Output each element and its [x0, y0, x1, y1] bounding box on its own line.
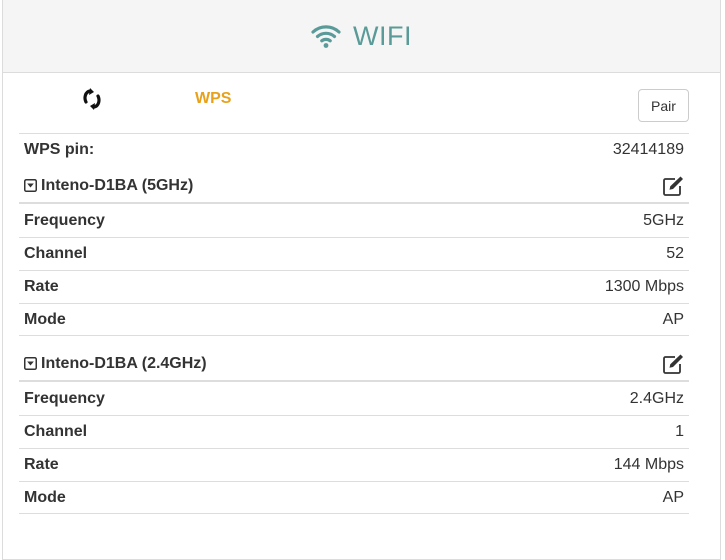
info-row: Frequency 5GHz: [19, 204, 689, 237]
wps-pin-label: WPS pin:: [24, 141, 95, 158]
row-value: AP: [662, 310, 684, 328]
row-label: Mode: [24, 488, 66, 506]
row-value: 5GHz: [643, 211, 684, 229]
pair-button[interactable]: Pair: [638, 89, 689, 122]
info-row: Rate 1300 Mbps: [19, 270, 689, 303]
edit-icon[interactable]: [662, 175, 684, 197]
wps-pin-value: 32414189: [612, 141, 684, 158]
network-section-header: Inteno-D1BA (2.4GHz): [19, 347, 689, 382]
wifi-icon: [311, 25, 341, 48]
row-label: Frequency: [24, 211, 105, 229]
info-row: Mode AP: [19, 303, 689, 336]
info-row: Rate 144 Mbps: [19, 448, 689, 481]
row-value: AP: [662, 488, 684, 506]
network-section-header: Inteno-D1BA (5GHz): [19, 169, 689, 204]
info-row: Channel 52: [19, 237, 689, 270]
row-label: Channel: [24, 245, 88, 262]
row-value: 52: [666, 245, 684, 262]
row-value: 1: [675, 423, 684, 440]
wps-label: WPS: [195, 90, 232, 107]
refresh-toggle-icon[interactable]: [81, 88, 103, 110]
row-label: Frequency: [24, 389, 105, 407]
page-title: WIFI: [353, 20, 412, 51]
row-label: Mode: [24, 310, 66, 328]
info-row: Channel 1: [19, 415, 689, 448]
network-title[interactable]: Inteno-D1BA (5GHz): [24, 177, 193, 195]
network-title[interactable]: Inteno-D1BA (2.4GHz): [24, 355, 207, 373]
collapse-icon[interactable]: [24, 357, 37, 370]
info-row: Mode AP: [19, 481, 689, 514]
network-title-label: Inteno-D1BA (2.4GHz): [41, 354, 207, 372]
collapse-icon[interactable]: [24, 179, 37, 192]
row-label: Rate: [24, 456, 59, 473]
row-label: Rate: [24, 278, 59, 295]
row-label: Channel: [24, 423, 88, 440]
row-value: 2.4GHz: [629, 389, 684, 407]
edit-icon[interactable]: [662, 353, 684, 375]
row-value: 1300 Mbps: [604, 278, 684, 295]
row-value: 144 Mbps: [613, 456, 684, 473]
wps-bar: WPS Pair: [19, 73, 689, 133]
network-title-label: Inteno-D1BA (5GHz): [41, 176, 194, 194]
wifi-card: WIFI WPS Pair WPS pin: 32414189 Inteno-D…: [2, 0, 721, 560]
card-body: WPS Pair WPS pin: 32414189 Inteno-D1BA (…: [3, 73, 720, 514]
wps-pin-row: WPS pin: 32414189: [19, 133, 689, 166]
card-header: WIFI: [3, 0, 720, 73]
info-row: Frequency 2.4GHz: [19, 382, 689, 415]
